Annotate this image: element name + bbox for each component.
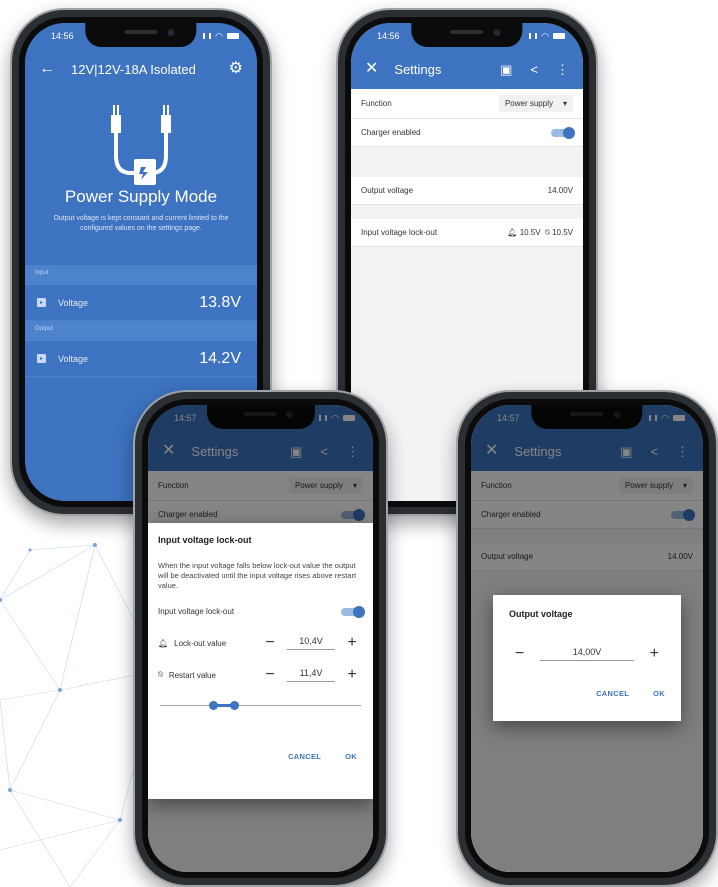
caret-down-icon: ▾: [562, 99, 567, 108]
wifi-icon: ◠: [215, 30, 223, 41]
charger-enabled-toggle[interactable]: [551, 126, 575, 139]
restart-value-input[interactable]: 11,4V: [287, 668, 335, 682]
wifi-icon: ◠: [541, 30, 549, 41]
section-header-input: Input: [25, 265, 257, 285]
expand-icon[interactable]: ▸: [37, 298, 46, 307]
function-value: Power supply: [504, 99, 553, 108]
arrow-left-icon[interactable]: ←: [39, 61, 55, 77]
slider-track: [160, 705, 361, 706]
increment-button[interactable]: +: [341, 634, 363, 652]
input-voltage-label: Voltage: [58, 297, 89, 308]
close-icon[interactable]: ✕: [365, 61, 378, 77]
app-bar: ← 12V|12V-18A Isolated ⚙: [25, 49, 257, 89]
lockout-value: 10.5V: [519, 227, 541, 237]
output-voltage-input[interactable]: 14,00V: [540, 647, 634, 661]
gear-icon[interactable]: ⚙: [229, 61, 243, 77]
output-voltage-value: 14.00V: [547, 186, 573, 195]
app-bar: ✕ Settings ▣ < ⋮: [351, 49, 583, 89]
dialog-actions: CANCEL OK: [158, 752, 363, 761]
device-title: 12V|12V-18A Isolated: [71, 61, 196, 77]
input-lockout-row[interactable]: Input voltage lock-out 🔔︎ 10.5V ⍉ 10.5V: [351, 219, 583, 247]
lockout-stepper: − 10,4V +: [259, 634, 363, 652]
output-voltage-label: Output voltage: [361, 186, 414, 195]
battery-icon: [553, 33, 565, 39]
battery-icon: [227, 33, 239, 39]
power-supply-icon: [111, 105, 171, 185]
section-header-output: Output: [25, 321, 257, 341]
slider-thumb-restart[interactable]: [230, 701, 239, 710]
output-voltage-value: 14.2V: [199, 349, 241, 367]
decrement-button[interactable]: −: [259, 666, 281, 684]
restart-value-row: ⍉ Restart value − 11,4V +: [158, 666, 363, 684]
cancel-button[interactable]: CANCEL: [596, 689, 629, 698]
more-vertical-icon[interactable]: ⋮: [556, 63, 569, 76]
phone-lockout-dialog: 14:57 ◠ ✕ Settings ▣ < ⋮ Function Power …: [133, 390, 388, 887]
restart-value-label: Restart value: [168, 670, 216, 680]
lockout-value-row: 🔔︎ Lock-out value − 10,4V +: [158, 634, 363, 652]
input-voltage-value: 13.8V: [199, 293, 241, 311]
ok-button[interactable]: OK: [345, 752, 357, 761]
settings-title: Settings: [394, 61, 442, 77]
lockout-toggle[interactable]: [341, 605, 365, 618]
output-voltage-label: Voltage: [58, 353, 89, 364]
mode-description: Output voltage is kept constant and curr…: [53, 215, 229, 232]
dialog-actions: CANCEL OK: [509, 689, 665, 698]
mode-hero: Power Supply Mode Output voltage is kept…: [25, 89, 257, 265]
status-time: 14:56: [51, 31, 74, 41]
lockout-toggle-label: Input voltage lock-out: [158, 607, 235, 616]
input-voltage-row: ▸ Voltage 13.8V: [25, 285, 257, 321]
signal-icon: [529, 33, 538, 39]
increment-button[interactable]: +: [644, 645, 665, 663]
bell-off-icon: ⍉: [545, 227, 550, 237]
increment-button[interactable]: +: [341, 666, 363, 684]
expand-icon[interactable]: ▸: [37, 354, 46, 363]
restart-stepper: − 11,4V +: [259, 666, 363, 684]
share-icon[interactable]: <: [530, 63, 538, 76]
status-time: 14:56: [377, 31, 400, 41]
cancel-button[interactable]: CANCEL: [288, 752, 321, 761]
range-slider[interactable]: [158, 696, 363, 716]
function-select[interactable]: Power supply ▾: [498, 95, 573, 112]
output-voltage-row: ▸ Voltage 14.2V: [25, 341, 257, 377]
slider-thumb-lockout[interactable]: [209, 701, 218, 710]
charger-enabled-label: Charger enabled: [361, 128, 421, 137]
decrement-button[interactable]: −: [259, 634, 281, 652]
lockout-dialog: Input voltage lock-out When the input vo…: [148, 523, 373, 799]
charger-enabled-row[interactable]: Charger enabled: [351, 119, 583, 147]
output-voltage-stepper: − 14,00V +: [509, 645, 665, 663]
save-icon[interactable]: ▣: [500, 63, 512, 76]
input-lockout-label: Input voltage lock-out: [361, 228, 438, 237]
screen: 14:57 ◠ ✕ Settings ▣ < ⋮ Function Power …: [471, 405, 703, 872]
screen: 14:57 ◠ ✕ Settings ▣ < ⋮ Function Power …: [148, 405, 373, 872]
bell-icon: 🔔︎: [507, 227, 518, 237]
dialog-title: Output voltage: [509, 609, 573, 619]
dialog-description: When the input voltage falls below lock-…: [158, 561, 357, 590]
function-label: Function: [361, 99, 392, 108]
lockout-value-label: Lock-out value: [174, 638, 227, 648]
ok-button[interactable]: OK: [653, 689, 665, 698]
notch: [85, 23, 197, 47]
restart-value: 10.5V: [552, 227, 573, 237]
signal-icon: [203, 33, 212, 39]
function-row[interactable]: Function Power supply ▾: [351, 89, 583, 119]
output-voltage-row[interactable]: Output voltage 14.00V: [351, 177, 583, 205]
decrement-button[interactable]: −: [509, 645, 530, 663]
phone-output-voltage-dialog: 14:57 ◠ ✕ Settings ▣ < ⋮ Function Power …: [456, 390, 718, 887]
output-voltage-dialog: Output voltage − 14,00V + CANCEL OK: [493, 595, 681, 721]
dialog-title: Input voltage lock-out: [158, 535, 252, 545]
notch: [411, 23, 523, 47]
lockout-value-input[interactable]: 10,4V: [287, 636, 335, 650]
lockout-toggle-row[interactable]: Input voltage lock-out: [158, 605, 365, 618]
mode-title: Power Supply Mode: [64, 187, 218, 206]
bell-icon: 🔔︎: [158, 638, 169, 648]
